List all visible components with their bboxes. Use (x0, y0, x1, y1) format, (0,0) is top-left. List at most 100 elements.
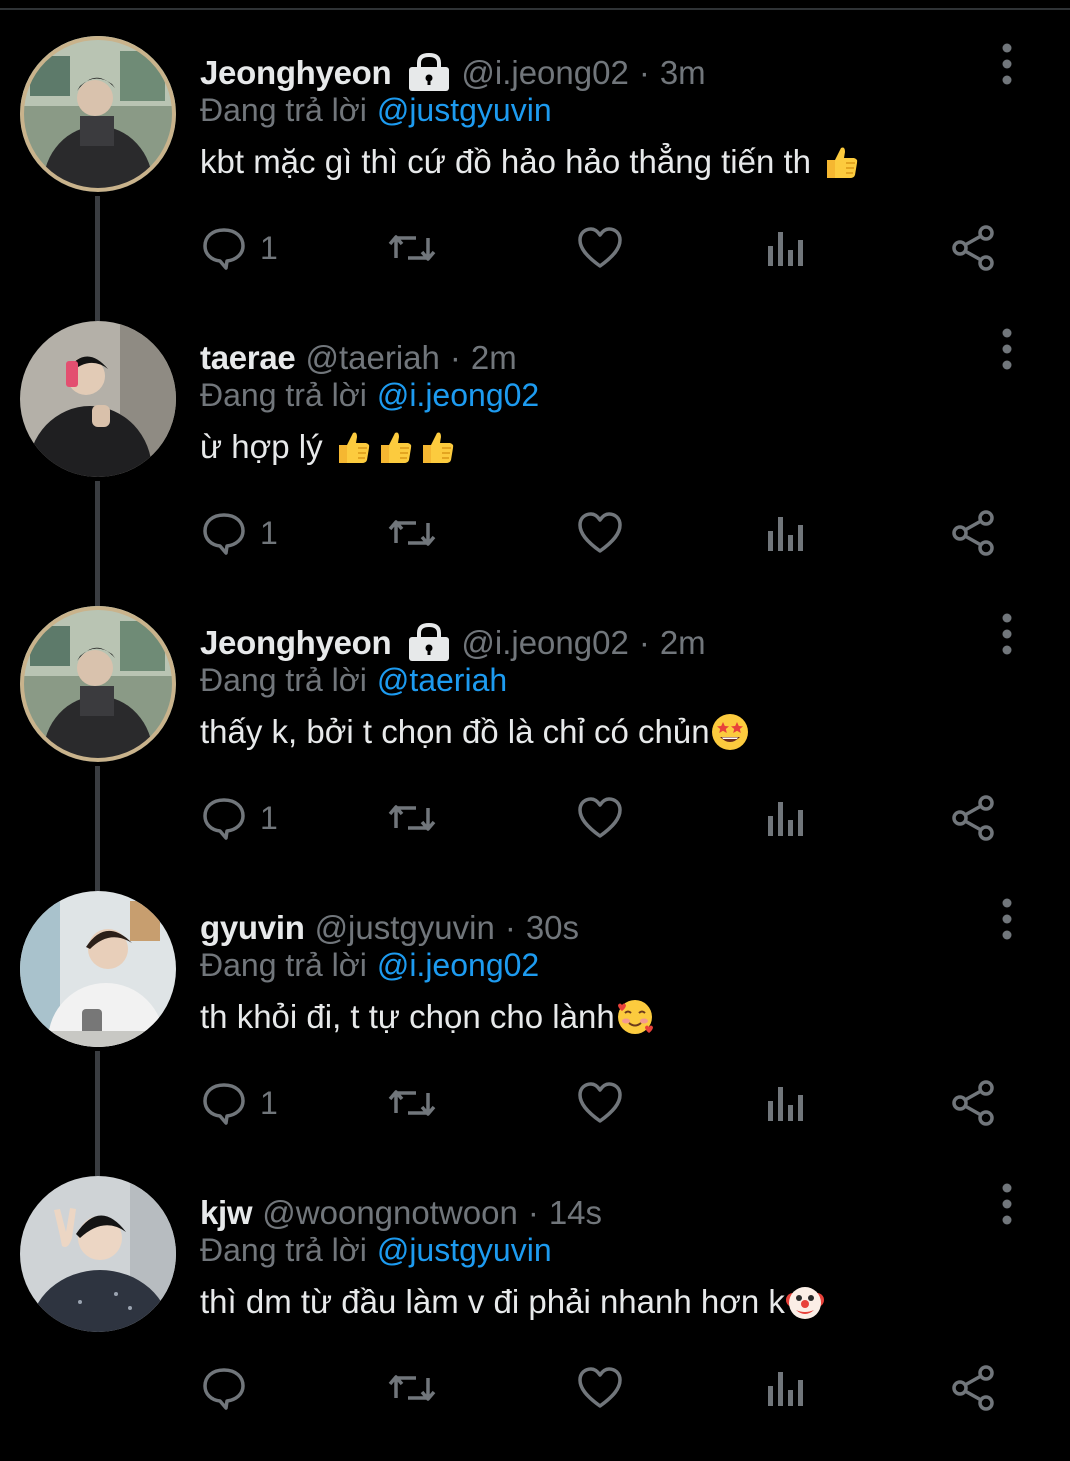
reply-button[interactable]: 1 (200, 218, 278, 278)
user-handle[interactable]: @justgyuvin (315, 909, 495, 947)
action-bar: 1 (200, 1073, 1020, 1133)
share-icon (950, 794, 998, 842)
avatar[interactable] (20, 1176, 176, 1332)
thread-line (95, 196, 100, 321)
tweet[interactable]: gyuvin @justgyuvin · 30s Đang trả lời @i.… (0, 891, 1070, 1176)
like-button[interactable] (576, 503, 624, 563)
avatar[interactable] (20, 891, 176, 1047)
reply-count: 1 (260, 799, 278, 836)
timestamp[interactable]: 3m (660, 54, 706, 92)
retweet-button[interactable] (386, 503, 438, 563)
more-options-icon[interactable] (995, 327, 1019, 371)
analytics-icon (766, 794, 806, 842)
reply-mention-link[interactable]: @justgyuvin (377, 1232, 552, 1268)
display-name[interactable]: kjw (200, 1194, 253, 1232)
reply-button[interactable] (200, 1358, 260, 1418)
more-options-icon[interactable] (995, 897, 1019, 941)
tweet-text: th khỏi đi, t tự chọn cho lành (200, 997, 655, 1037)
share-button[interactable] (950, 503, 998, 563)
heart-icon (576, 224, 624, 272)
reply-mention-link[interactable]: @justgyuvin (377, 92, 552, 128)
reply-mention-link[interactable]: @i.jeong02 (377, 947, 539, 983)
thread-line (95, 1051, 100, 1176)
tweet[interactable]: Jeonghyeon @i.jeong02 · 2m Đang trả lời @… (0, 606, 1070, 891)
reply-icon (200, 1364, 248, 1412)
separator-dot: · (638, 624, 650, 661)
views-button[interactable] (766, 1358, 806, 1418)
heart-icon (576, 794, 624, 842)
more-options-icon[interactable] (995, 1182, 1019, 1226)
reply-mention-link[interactable]: @taeriah (377, 662, 507, 698)
action-bar: 1 (200, 788, 1020, 848)
display-name[interactable]: Jeonghyeon (200, 54, 392, 92)
user-handle[interactable]: @woongnotwoon (262, 1194, 518, 1232)
user-handle[interactable]: @taeriah (305, 339, 439, 377)
avatar[interactable] (20, 36, 176, 192)
lock-icon (407, 52, 451, 93)
tweet[interactable]: Jeonghyeon @i.jeong02 · 3m Đang trả lời @… (0, 36, 1070, 321)
reply-count: 1 (260, 229, 278, 266)
retweet-icon (386, 794, 438, 842)
tweet-text-content: ừ hợp lý (200, 428, 323, 465)
replying-to-label: Đang trả lời (200, 947, 367, 983)
tweet[interactable]: kjw @woongnotwoon · 14s Đang trả lời @jus… (0, 1176, 1070, 1461)
tweet-text-content: kbt mặc gì thì cứ đồ hảo hảo thẳng tiến … (200, 143, 811, 180)
user-handle[interactable]: @i.jeong02 (461, 624, 628, 662)
thumbs-up-icon (375, 427, 415, 467)
clown-face-icon (785, 1282, 825, 1322)
share-button[interactable] (950, 1073, 998, 1133)
analytics-icon (766, 1364, 806, 1412)
reply-button[interactable]: 1 (200, 503, 278, 563)
display-name[interactable]: Jeonghyeon (200, 624, 392, 662)
views-button[interactable] (766, 1073, 806, 1133)
reply-mention-link[interactable]: @i.jeong02 (377, 377, 539, 413)
thread-line (95, 766, 100, 891)
timestamp[interactable]: 30s (526, 909, 579, 947)
like-button[interactable] (576, 218, 624, 278)
tweet-text-content: thì dm từ đầu làm v đi phải nhanh hơn k (200, 1283, 785, 1320)
timestamp[interactable]: 2m (471, 339, 517, 377)
thumbs-up-icon (821, 142, 861, 182)
retweet-icon (386, 1364, 438, 1412)
retweet-button[interactable] (386, 218, 438, 278)
share-button[interactable] (950, 788, 998, 848)
more-options-icon[interactable] (995, 612, 1019, 656)
share-icon (950, 224, 998, 272)
action-bar (200, 1358, 1020, 1418)
tweet-text: thấy k, bởi t chọn đồ là chỉ có chủn (200, 712, 750, 752)
thread-line (95, 481, 100, 606)
retweet-button[interactable] (386, 1358, 438, 1418)
star-struck-icon (710, 712, 750, 752)
separator-dot: · (504, 909, 516, 946)
display-name[interactable]: taerae (200, 339, 296, 377)
reply-icon (200, 794, 248, 842)
views-button[interactable] (766, 218, 806, 278)
separator-dot: · (527, 1194, 539, 1231)
user-handle[interactable]: @i.jeong02 (461, 54, 628, 92)
replying-to: Đang trả lời @taeriah (200, 662, 507, 699)
like-button[interactable] (576, 1358, 624, 1418)
like-button[interactable] (576, 1073, 624, 1133)
retweet-button[interactable] (386, 1073, 438, 1133)
reply-button[interactable]: 1 (200, 1073, 278, 1133)
share-button[interactable] (950, 1358, 998, 1418)
more-options-icon[interactable] (995, 42, 1019, 86)
avatar[interactable] (20, 606, 176, 762)
reply-button[interactable]: 1 (200, 788, 278, 848)
tweet[interactable]: taerae @taeriah · 2m Đang trả lời @i.jeon… (0, 321, 1070, 606)
display-name[interactable]: gyuvin (200, 909, 305, 947)
timestamp[interactable]: 2m (660, 624, 706, 662)
views-button[interactable] (766, 788, 806, 848)
replying-to-label: Đang trả lời (200, 377, 367, 413)
action-bar: 1 (200, 218, 1020, 278)
avatar[interactable] (20, 321, 176, 477)
like-button[interactable] (576, 788, 624, 848)
retweet-button[interactable] (386, 788, 438, 848)
replying-to: Đang trả lời @i.jeong02 (200, 377, 539, 414)
reply-icon (200, 509, 248, 557)
replying-to: Đang trả lời @i.jeong02 (200, 947, 539, 984)
views-button[interactable] (766, 503, 806, 563)
retweet-icon (386, 509, 438, 557)
timestamp[interactable]: 14s (549, 1194, 602, 1232)
share-button[interactable] (950, 218, 998, 278)
